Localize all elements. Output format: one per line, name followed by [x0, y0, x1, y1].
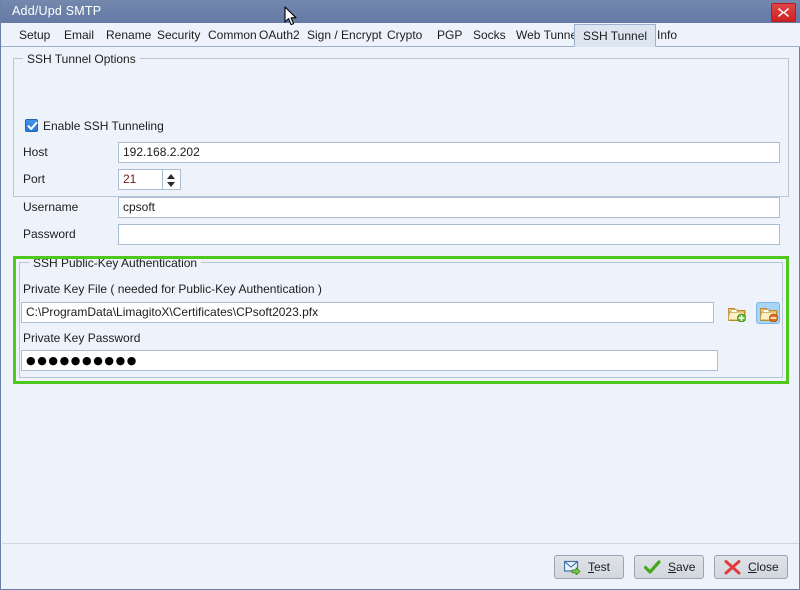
tab-ssh-tunnel[interactable]: SSH Tunnel [574, 24, 657, 47]
spinner-up-icon[interactable] [167, 174, 175, 179]
close-button-label: Close [748, 560, 779, 574]
tab-email[interactable]: Email [56, 24, 102, 47]
save-button-label: Save [668, 560, 696, 574]
port-spinner[interactable] [163, 169, 181, 190]
close-button[interactable]: Close [714, 555, 788, 579]
folder-add-icon [728, 308, 746, 322]
spinner-down-icon[interactable] [167, 182, 175, 187]
window-close-button[interactable] [771, 3, 796, 22]
tab-socks[interactable]: Socks [465, 24, 514, 47]
tab-page-ssh-tunnel: SSH Tunnel Options Enable SSH Tunneling … [1, 47, 799, 543]
green-check-icon [644, 560, 661, 574]
window-title: Add/Upd SMTP [12, 4, 102, 18]
footer-button-bar: Test Save Close [2, 543, 799, 589]
password-input[interactable] [118, 224, 780, 245]
private-key-file-input[interactable]: C:\ProgramData\LimagitoX\Certificates\CP… [21, 302, 714, 323]
red-x-icon [724, 560, 741, 575]
username-input[interactable]: cpsoft [118, 197, 780, 218]
checkmark-icon [27, 121, 38, 130]
port-label: Port [23, 172, 46, 186]
password-label: Password [23, 227, 76, 241]
enable-ssh-tunneling-checkbox[interactable] [25, 119, 38, 132]
folder-remove-icon [760, 308, 778, 322]
host-input[interactable]: 192.168.2.202 [118, 142, 780, 163]
title-bar: Add/Upd SMTP [1, 0, 800, 24]
host-label: Host [23, 145, 48, 159]
username-label: Username [23, 200, 79, 214]
port-input[interactable]: 21 [118, 169, 163, 190]
private-key-password-input[interactable]: ●●●●●●●●●● [21, 350, 718, 371]
browse-key-file-button[interactable] [724, 302, 748, 324]
tab-crypto[interactable]: Crypto [379, 24, 430, 47]
save-button[interactable]: Save [634, 555, 704, 579]
ssh-public-key-auth-caption: SSH Public-Key Authentication [29, 256, 202, 270]
private-key-password-label: Private Key Password [23, 331, 141, 345]
test-button-label: Test [588, 560, 611, 574]
tab-sign-encrypt[interactable]: Sign / Encrypt [299, 24, 390, 47]
clear-key-file-button[interactable] [756, 302, 780, 324]
test-button[interactable]: Test [554, 555, 624, 579]
close-icon [778, 8, 789, 17]
dialog-window: Add/Upd SMTP Setup Email Rename Security… [0, 0, 800, 590]
tab-bar[interactable]: Setup Email Rename Security Common OAuth… [1, 23, 800, 47]
ssh-tunnel-options-caption: SSH Tunnel Options [23, 52, 140, 66]
tab-setup[interactable]: Setup [11, 24, 58, 47]
private-key-file-label: Private Key File ( needed for Public-Key… [23, 282, 322, 296]
envelope-send-icon [564, 560, 581, 575]
enable-ssh-tunneling-label[interactable]: Enable SSH Tunneling [43, 119, 164, 133]
